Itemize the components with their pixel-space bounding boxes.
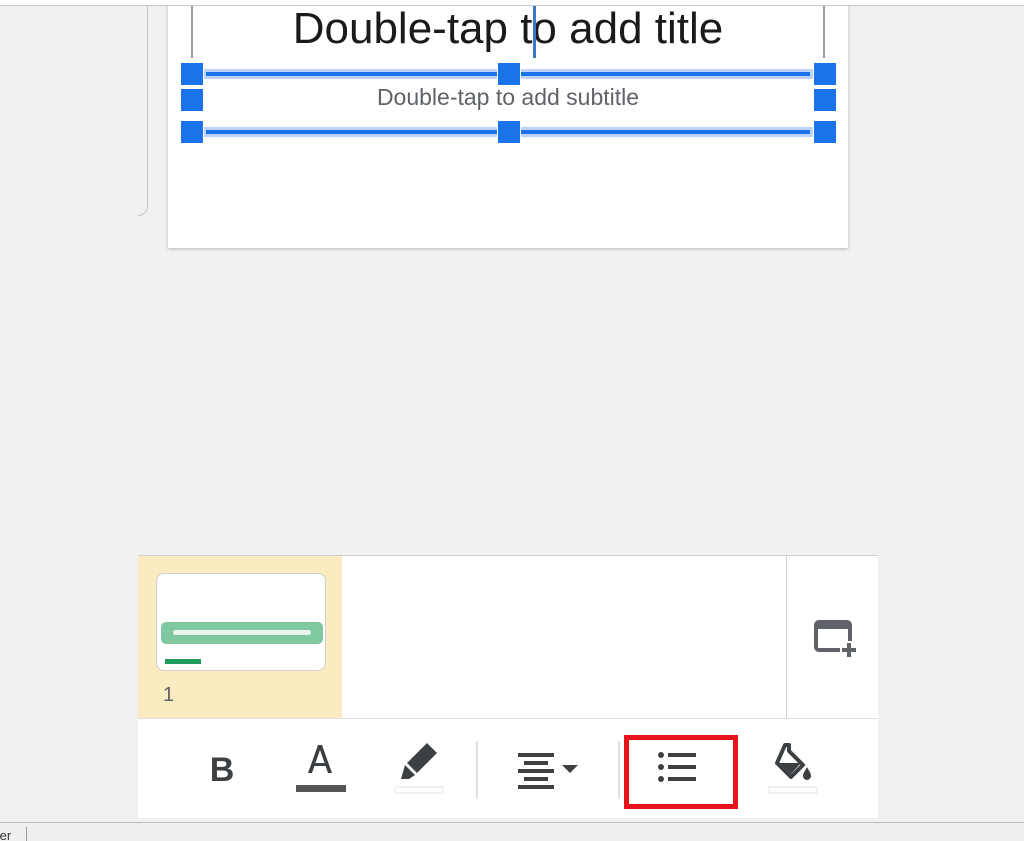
status-bar: ter <box>0 822 1024 841</box>
slide-number: 1 <box>163 684 175 706</box>
screen-edge <box>138 6 148 216</box>
text-cursor <box>533 6 536 58</box>
fill-color-icon <box>768 743 818 794</box>
highlight-color-button[interactable] <box>387 737 451 801</box>
resize-handle-middle-left[interactable] <box>180 88 204 112</box>
slide-filmstrip: 1 <box>138 555 878 719</box>
resize-handle-middle-right[interactable] <box>813 88 837 112</box>
resize-handle-bottom-left[interactable] <box>180 120 204 144</box>
thumbnail-title-line <box>173 630 311 635</box>
align-center-icon <box>518 753 578 789</box>
resize-handle-top-left[interactable] <box>180 62 204 86</box>
add-slide-button[interactable] <box>814 619 858 659</box>
resize-handle-top-center[interactable] <box>497 62 521 86</box>
resize-handle-top-right[interactable] <box>813 62 837 86</box>
text-color-icon <box>296 745 346 792</box>
title-placeholder[interactable]: Double-tap to add title <box>193 6 823 54</box>
app-screen: Double-tap to add title Double-tap to ad… <box>138 6 878 818</box>
align-button[interactable] <box>510 737 578 801</box>
slide-thumbnail[interactable] <box>156 573 326 671</box>
slide-canvas[interactable]: Double-tap to add title Double-tap to ad… <box>168 6 848 248</box>
resize-handle-bottom-center[interactable] <box>497 120 521 144</box>
status-text: ter <box>0 828 12 841</box>
thumbnail-subtitle-bar <box>165 659 201 664</box>
thumbnail-title-bar <box>161 622 323 644</box>
highlighter-icon <box>394 743 444 794</box>
bold-icon: B <box>209 751 235 789</box>
annotation-highlight-box <box>624 735 738 809</box>
subtitle-placeholder-box[interactable]: Double-tap to add subtitle <box>180 62 837 144</box>
status-divider <box>26 827 27 841</box>
title-placeholder-box[interactable]: Double-tap to add title <box>191 6 825 58</box>
resize-handle-bottom-right[interactable] <box>813 120 837 144</box>
filmstrip-divider <box>786 556 787 719</box>
toolbar-separator <box>476 741 478 799</box>
fill-color-button[interactable] <box>761 737 825 801</box>
toolbar-separator <box>618 741 620 799</box>
format-toolbar: B <box>138 718 878 818</box>
text-color-button[interactable] <box>288 737 352 801</box>
slide-thumbnail-selected[interactable]: 1 <box>138 556 342 719</box>
subtitle-placeholder[interactable]: Double-tap to add subtitle <box>192 84 824 111</box>
add-slide-icon <box>814 620 858 659</box>
bold-button[interactable]: B <box>190 737 254 801</box>
